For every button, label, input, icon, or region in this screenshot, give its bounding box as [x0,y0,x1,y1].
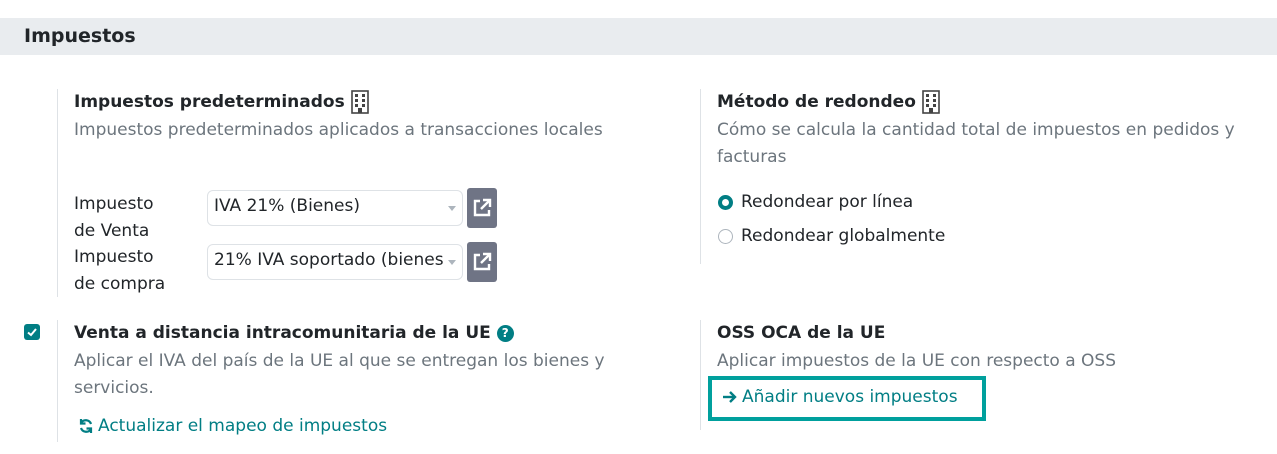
rounding-method-description: Cómo se calcula la cantidad total de imp… [717,120,1235,167]
company-building-icon [350,90,369,114]
sale-tax-label: Impuesto de Venta [74,194,154,241]
default-taxes-description: Impuestos predeterminados aplicados a tr… [74,120,603,140]
oss-description: Aplicar impuestos de la UE con respecto … [717,351,1117,371]
purchase-tax-label: Impuesto de compra [74,247,166,294]
radio-round-per-line[interactable]: Redondear por línea [718,192,913,212]
add-new-taxes-link[interactable]: Añadir nuevos impuestos [722,387,958,407]
eu-distance-sales-title: Venta a distancia intracomunitaria de la… [74,323,491,343]
section-title: Impuestos [24,25,136,47]
checkmark-icon [27,328,37,337]
eu-distance-sales-checkbox[interactable] [24,324,40,340]
chevron-down-icon [448,260,456,265]
purchase-tax-external-button[interactable] [467,242,497,282]
oss-title: OSS OCA de la UE [717,323,886,343]
arrow-right-icon [723,391,737,403]
external-link-icon [473,252,492,271]
chevron-down-icon [448,206,456,211]
refresh-icon [79,419,93,433]
default-taxes-title: Impuestos predeterminados [74,92,345,112]
eu-distance-sales-description: Aplicar el IVA del país de la UE al que … [74,351,605,398]
purchase-tax-select[interactable]: 21% IVA soportado (bienes [207,244,463,280]
external-link-icon [473,198,492,217]
update-tax-mapping-link[interactable]: Actualizar el mapeo de impuestos [78,416,387,436]
sale-tax-external-button[interactable] [467,188,497,228]
company-building-icon [922,90,940,114]
section-header: Impuestos [0,18,1277,55]
radio-round-globally[interactable]: Redondear globalmente [718,226,945,246]
rounding-method-title: Método de redondeo [717,92,916,112]
radio-button-checked[interactable] [718,194,733,210]
radio-button[interactable] [718,228,733,244]
help-icon[interactable]: ? [496,324,514,342]
sale-tax-select[interactable]: IVA 21% (Bienes) [207,190,463,226]
